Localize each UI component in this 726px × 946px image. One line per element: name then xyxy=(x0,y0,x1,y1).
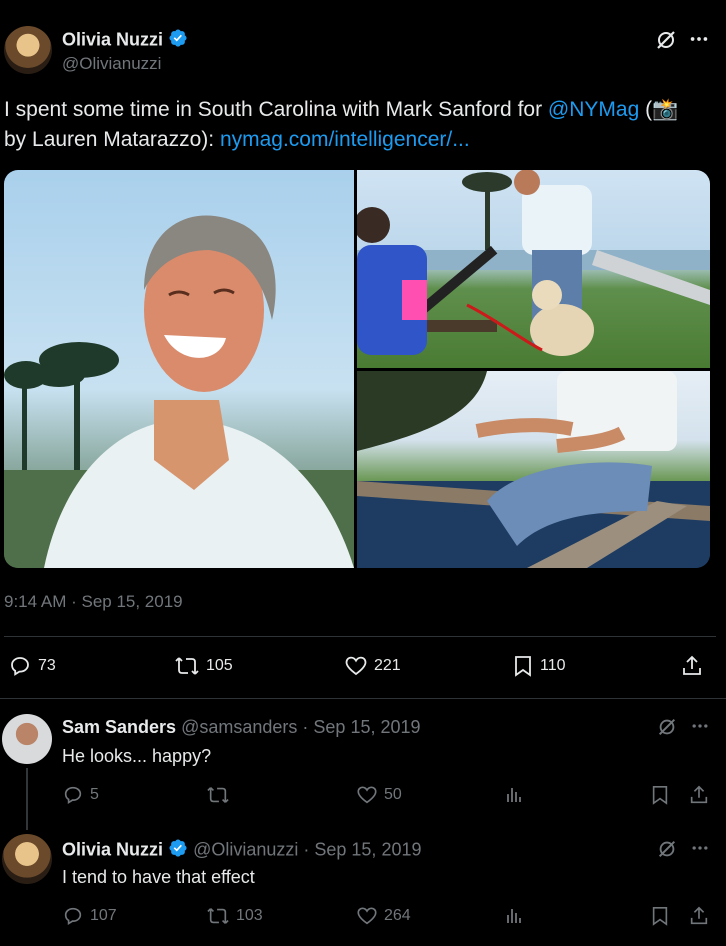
like-button[interactable]: 221 xyxy=(344,654,401,678)
bookmark-button[interactable] xyxy=(650,784,670,806)
reply-avatar-2[interactable] xyxy=(2,834,52,884)
analytics-button[interactable] xyxy=(504,905,524,927)
retweet-count: 105 xyxy=(206,657,233,674)
more-icon[interactable] xyxy=(688,28,710,55)
share-icon xyxy=(688,905,710,927)
water-scene-illustration xyxy=(357,371,710,568)
verified-icon xyxy=(168,28,188,53)
reply-button[interactable]: 5 xyxy=(62,784,99,806)
share-button[interactable] xyxy=(688,784,710,806)
author-avatar[interactable] xyxy=(4,26,52,74)
reply-count: 73 xyxy=(38,657,56,674)
reply-author-handle-1[interactable]: @samsanders xyxy=(181,717,297,737)
like-button[interactable]: 50 xyxy=(356,784,402,806)
author-name[interactable]: Olivia Nuzzi xyxy=(62,29,163,49)
grok-icon[interactable] xyxy=(656,716,678,743)
like-icon xyxy=(356,784,378,806)
share-icon xyxy=(688,784,710,806)
retweet-count: 103 xyxy=(236,907,263,924)
reply-text-2: I tend to have that effect xyxy=(62,867,255,887)
tweet-text-part1: I spent some time in South Carolina with… xyxy=(4,98,548,121)
bookmark-button[interactable]: 110 xyxy=(512,654,566,678)
bookmark-icon xyxy=(512,654,534,678)
author-handle[interactable]: @Olivianuzzi xyxy=(62,54,161,74)
divider xyxy=(0,698,726,699)
grok-icon[interactable] xyxy=(654,28,678,57)
reply-author-handle-2[interactable]: @Olivianuzzi xyxy=(193,839,298,859)
bookmark-count: 110 xyxy=(540,657,566,674)
more-icon[interactable] xyxy=(690,838,710,863)
reply-avatar-1[interactable] xyxy=(2,714,52,764)
reply-icon xyxy=(8,654,32,678)
grok-icon[interactable] xyxy=(656,838,678,865)
like-button[interactable]: 264 xyxy=(356,905,411,927)
share-button[interactable] xyxy=(688,905,710,927)
like-icon xyxy=(344,654,368,678)
like-count: 264 xyxy=(384,907,411,924)
reply-count: 107 xyxy=(90,907,117,924)
reply-date-2[interactable]: · Sep 15, 2019 xyxy=(303,839,421,859)
dog-scene-illustration xyxy=(357,170,710,356)
retweet-icon xyxy=(206,784,230,806)
more-icon[interactable] xyxy=(690,716,710,741)
reply-header-1: Sam Sanders @samsanders · Sep 15, 2019 xyxy=(62,717,421,738)
thread-line xyxy=(26,768,28,830)
reply-date-1[interactable]: · Sep 15, 2019 xyxy=(302,717,420,737)
retweet-button[interactable]: 103 xyxy=(206,905,263,927)
reply-count: 5 xyxy=(90,786,99,803)
retweet-button[interactable] xyxy=(206,784,236,806)
media-photo-2[interactable] xyxy=(357,170,710,368)
reply-author-name-2[interactable]: Olivia Nuzzi xyxy=(62,839,163,859)
like-icon xyxy=(356,905,378,927)
media-photo-1[interactable] xyxy=(4,170,354,568)
article-link[interactable]: nymag.com/intelligencer/... xyxy=(220,128,470,151)
analytics-icon xyxy=(504,905,524,927)
retweet-icon xyxy=(174,654,200,678)
bookmark-icon xyxy=(650,905,670,927)
like-count: 50 xyxy=(384,786,402,803)
reply-text-1: He looks... happy? xyxy=(62,746,212,766)
retweet-icon xyxy=(206,905,230,927)
media-grid[interactable] xyxy=(4,170,710,568)
divider xyxy=(4,636,716,637)
reply-icon xyxy=(62,905,84,927)
reply-icon xyxy=(62,784,84,806)
reply-header-2: Olivia Nuzzi @Olivianuzzi · Sep 15, 2019 xyxy=(62,838,421,863)
mention-link[interactable]: @NYMag xyxy=(548,98,639,121)
bookmark-icon xyxy=(650,784,670,806)
portrait-illustration xyxy=(4,215,354,568)
tweet-text-line2: by Lauren Matarazzo): xyxy=(4,128,220,151)
camera-emoji: 📸 xyxy=(652,98,679,121)
reply-button[interactable]: 107 xyxy=(62,905,117,927)
verified-icon xyxy=(168,838,188,863)
analytics-button[interactable] xyxy=(504,784,524,806)
share-button[interactable] xyxy=(680,654,704,678)
retweet-button[interactable]: 105 xyxy=(174,654,233,678)
tweet-text-part2: ( xyxy=(639,98,653,121)
reply-author-name-1[interactable]: Sam Sanders xyxy=(62,717,176,737)
reply-button[interactable]: 73 xyxy=(8,654,56,678)
share-icon xyxy=(680,654,704,678)
author-header: Olivia Nuzzi xyxy=(62,28,188,53)
media-photo-3[interactable] xyxy=(357,371,710,568)
analytics-icon xyxy=(504,784,524,806)
tweet-text: I spent some time in South Carolina with… xyxy=(4,95,714,155)
tweet-timestamp[interactable]: 9:14 AM · Sep 15, 2019 xyxy=(4,592,183,612)
bookmark-button[interactable] xyxy=(650,905,670,927)
like-count: 221 xyxy=(374,657,401,674)
